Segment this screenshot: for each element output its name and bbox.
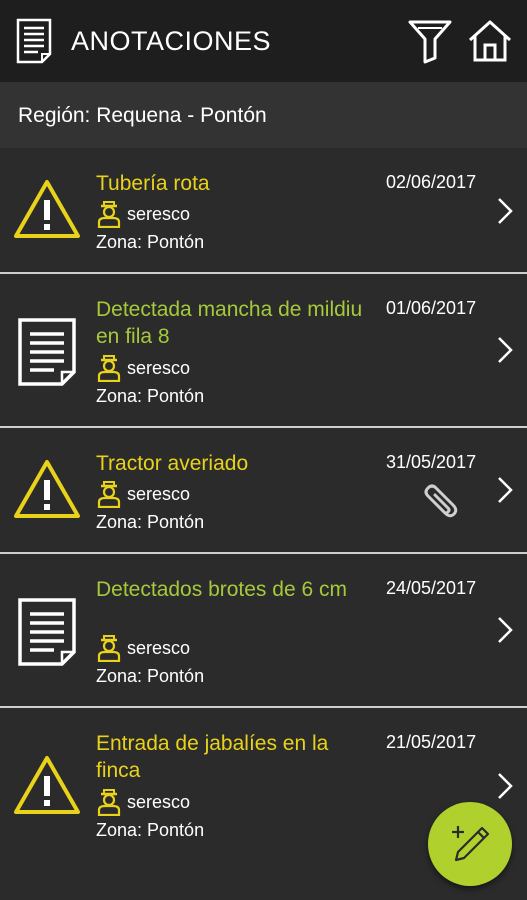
user-name: seresco	[127, 483, 191, 504]
user-name: seresco	[127, 637, 191, 658]
annotation-date: 02/06/2017	[386, 172, 477, 192]
user-name: seresco	[127, 203, 191, 224]
user-icon	[97, 789, 121, 816]
list-item[interactable]: Detectada mancha de mildiu en fila 8 01/…	[0, 276, 527, 428]
annotation-date: 31/05/2017	[386, 452, 477, 472]
annotation-date: 01/06/2017	[386, 298, 477, 318]
region-header: Región: Requena - Pontón	[0, 82, 527, 148]
annotation-user: seresco	[96, 634, 190, 662]
chevron-right-icon	[498, 477, 513, 503]
filter-icon[interactable]	[406, 18, 454, 64]
document-icon	[16, 18, 52, 64]
user-icon	[97, 635, 121, 662]
document-icon	[18, 598, 76, 666]
page-title: ANOTACIONES	[71, 26, 272, 56]
user-icon	[97, 355, 121, 382]
region-label: Región: Requena - Pontón	[18, 104, 267, 127]
list-item[interactable]: Tubería rota 02/06/2017 seresco Zona: Po…	[0, 148, 527, 274]
add-note-pencil-icon	[452, 826, 490, 862]
annotation-title: Entrada de jabalíes en la finca	[96, 732, 329, 782]
annotation-user: seresco	[96, 354, 190, 382]
annotation-user: seresco	[96, 200, 190, 228]
chevron-right-icon	[498, 198, 513, 224]
chevron-right-icon	[498, 773, 513, 799]
annotation-title: Detectada mancha de mildiu en fila 8	[96, 298, 363, 348]
list-item[interactable]: Tractor averiado 31/05/2017 seresco Zona…	[0, 430, 527, 554]
warning-icon	[14, 756, 80, 814]
annotation-date: 21/05/2017	[386, 732, 477, 752]
annotation-title: Tractor averiado	[96, 452, 249, 475]
chevron-right-icon	[498, 617, 513, 643]
add-annotation-button[interactable]	[428, 802, 512, 886]
annotation-zone: Zona: Pontón	[96, 232, 205, 252]
app-bar: ANOTACIONES	[0, 0, 527, 82]
user-name: seresco	[127, 357, 191, 378]
chevron-right-icon	[498, 337, 513, 363]
annotation-title: Detectados brotes de 6 cm	[96, 578, 347, 601]
annotation-list[interactable]: Tubería rota 02/06/2017 seresco Zona: Po…	[0, 148, 527, 900]
annotation-date: 24/05/2017	[386, 578, 477, 598]
warning-icon	[14, 180, 80, 238]
annotation-zone: Zona: Pontón	[96, 666, 205, 686]
user-name: seresco	[127, 791, 191, 812]
list-item[interactable]: Detectados brotes de 6 cm 24/05/2017 ser…	[0, 556, 527, 708]
warning-icon	[14, 460, 80, 518]
annotation-title: Tubería rota	[96, 172, 210, 195]
user-icon	[97, 481, 121, 508]
attachment-clip-icon	[424, 484, 458, 518]
annotation-zone: Zona: Pontón	[96, 512, 205, 532]
document-icon	[18, 318, 76, 386]
user-icon	[97, 201, 121, 228]
annotation-user: seresco	[96, 788, 190, 816]
annotation-zone: Zona: Pontón	[96, 820, 205, 840]
annotation-user: seresco	[96, 480, 190, 508]
home-icon[interactable]	[466, 18, 514, 64]
annotation-zone: Zona: Pontón	[96, 386, 205, 406]
